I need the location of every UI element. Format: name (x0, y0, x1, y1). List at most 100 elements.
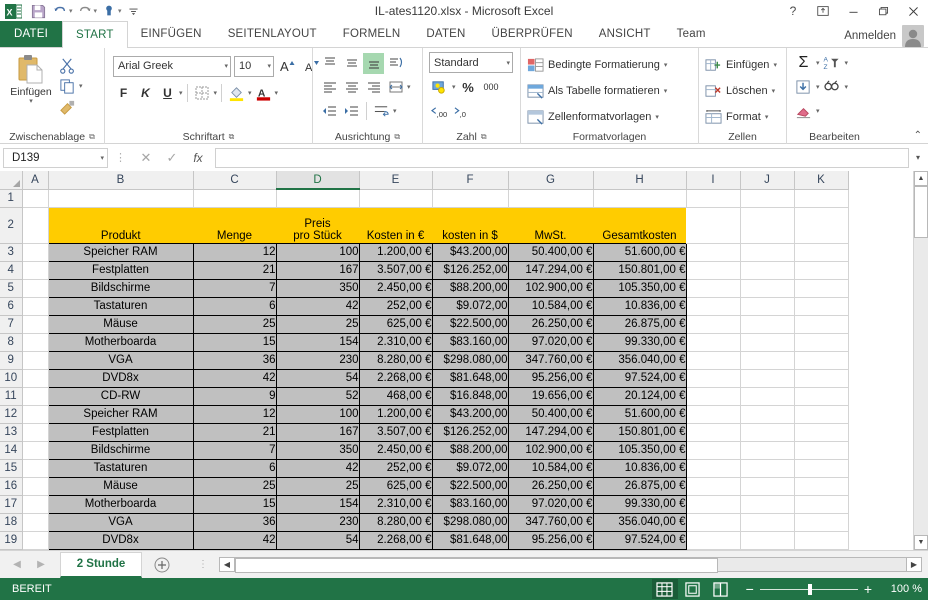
tab-ansicht[interactable]: ANSICHT (586, 21, 664, 47)
cell-J18[interactable] (740, 513, 795, 532)
cell-G3[interactable]: 50.400,00 € (507, 242, 594, 262)
cell-H16[interactable]: 26.875,00 € (592, 476, 687, 496)
align-right-button[interactable] (363, 77, 384, 98)
cell-F17[interactable]: $83.160,00 (431, 494, 509, 514)
underline-dropdown-icon[interactable]: ▾ (179, 89, 183, 97)
cell-J12[interactable] (740, 405, 795, 424)
cell-B8[interactable]: Motherboarda (47, 332, 194, 352)
cell-H8[interactable]: 99.330,00 € (592, 332, 687, 352)
cell-E10[interactable]: 2.268,00 € (358, 368, 433, 388)
tab-formeln[interactable]: FORMELN (330, 21, 414, 47)
cell-K20[interactable] (794, 549, 849, 550)
touch-mode-icon[interactable] (99, 1, 119, 21)
sheet-tab-2-stunde[interactable]: 2 Stunde (60, 551, 142, 578)
table-row[interactable]: 2 Produkt Menge Preis pro Stück Kosten in € ko… (0, 207, 849, 244)
cell-E17[interactable]: 2.310,00 € (358, 494, 433, 514)
table-header-e[interactable]: Kosten in € (359, 207, 432, 243)
cell-H4[interactable]: 150.801,00 € (592, 260, 687, 280)
cell-C20[interactable] (193, 549, 277, 550)
font-color-button[interactable]: A (253, 83, 274, 104)
row-header-7[interactable]: 7 (0, 315, 23, 334)
cell-D10[interactable]: 54 (275, 368, 360, 388)
cell-F16[interactable]: $22.500,00 (431, 476, 509, 496)
insert-cells-dropdown-icon[interactable]: ▾ (773, 61, 777, 69)
cell-K14[interactable] (794, 441, 849, 460)
merge-dropdown-icon[interactable]: ▾ (407, 83, 411, 91)
cell-F3[interactable]: $43.200,00 (431, 242, 509, 262)
cell-H19[interactable]: 97.524,00 € (592, 530, 687, 550)
cell-B12[interactable]: Speicher RAM (47, 404, 194, 424)
cell-A10[interactable] (22, 369, 49, 388)
zoom-out-button[interactable]: − (746, 581, 754, 597)
cell-A14[interactable] (22, 441, 49, 460)
table-row[interactable]: 11 CD-RW 9 52 468,00 € $16.848,00 19.656,00 €2… (0, 386, 849, 406)
table-row[interactable]: 13 Festplatten 21 167 3.507,00 € $126.252,00 1… (0, 422, 849, 442)
cell-A19[interactable] (22, 531, 49, 550)
vertical-scroll-track[interactable] (914, 238, 928, 535)
cell-K5[interactable] (794, 279, 849, 298)
cell-G6[interactable]: 10.584,00 € (507, 296, 594, 316)
table-row[interactable]: 4 Festplatten 21 167 3.507,00 € $126.252,00 14… (0, 260, 849, 280)
row-header-9[interactable]: 9 (0, 351, 23, 370)
table-row[interactable]: 17 Motherboarda 15 154 2.310,00 € $83.160,00 9… (0, 494, 849, 514)
cell-B5[interactable]: Bildschirme (47, 278, 194, 298)
cell-H13[interactable]: 150.801,00 € (592, 422, 687, 442)
cell-K6[interactable] (794, 297, 849, 316)
cell-H20[interactable] (593, 549, 687, 550)
cell-G4[interactable]: 147.294,00 € (507, 260, 594, 280)
cell-B7[interactable]: Mäuse (47, 314, 194, 334)
cell-E3[interactable]: 1.200,00 € (358, 242, 433, 262)
cell-I11[interactable] (686, 387, 741, 406)
cell-I13[interactable] (686, 423, 741, 442)
conditional-formatting-button[interactable]: Bedingte Formatierung ▾ (527, 52, 667, 78)
insert-cells-button[interactable]: Einfügen ▾ (705, 52, 777, 78)
borders-dropdown-icon[interactable]: ▾ (214, 89, 218, 97)
cell-D14[interactable]: 350 (275, 440, 360, 460)
cell-C19[interactable]: 42 (192, 530, 277, 550)
cell-K11[interactable] (794, 387, 849, 406)
vertical-scroll-thumb[interactable] (914, 186, 928, 238)
cell-G17[interactable]: 97.020,00 € (507, 494, 594, 514)
cell-E7[interactable]: 625,00 € (358, 314, 433, 334)
format-cells-button[interactable]: Format ▾ (705, 104, 768, 130)
cell-J11[interactable] (740, 387, 795, 406)
cell-F15[interactable]: $9.072,00 (431, 458, 509, 478)
cell-J14[interactable] (740, 441, 795, 460)
cell-J19[interactable] (740, 531, 795, 550)
borders-button[interactable] (192, 83, 213, 104)
cell-E1[interactable] (359, 189, 433, 208)
cell-K12[interactable] (794, 405, 849, 424)
align-middle-button[interactable] (341, 53, 362, 74)
customize-qat-icon[interactable] (124, 1, 144, 21)
cell-I7[interactable] (686, 315, 741, 334)
page-break-view-icon[interactable] (708, 579, 734, 599)
cell-H11[interactable]: 20.124,00 € (592, 386, 687, 406)
row-header-3[interactable]: 3 (0, 243, 23, 262)
cell-K7[interactable] (794, 315, 849, 334)
cell-F9[interactable]: $298.080,00 (431, 350, 509, 370)
cell-D6[interactable]: 42 (275, 296, 360, 316)
tab-team[interactable]: Team (664, 21, 719, 47)
cell-C6[interactable]: 6 (192, 296, 277, 316)
cell-A20[interactable] (22, 549, 49, 550)
cell-C8[interactable]: 15 (192, 332, 277, 352)
cell-A13[interactable] (22, 423, 49, 442)
conditional-formatting-dropdown-icon[interactable]: ▾ (664, 61, 668, 69)
restore-button[interactable] (868, 0, 898, 22)
cell-H10[interactable]: 97.524,00 € (592, 368, 687, 388)
cell-K3[interactable] (794, 243, 849, 262)
alignment-dialog-launcher-icon[interactable]: ⧉ (394, 132, 400, 142)
cell-E11[interactable]: 468,00 € (358, 386, 433, 406)
zoom-slider-track[interactable] (759, 583, 858, 595)
tab-start[interactable]: START (62, 21, 128, 48)
currency-format-button[interactable] (429, 77, 450, 98)
cell-A11[interactable] (22, 387, 49, 406)
table-row[interactable]: 6 Tastaturen 6 42 252,00 € $9.072,00 10.584,00… (0, 296, 849, 316)
cell-I3[interactable] (686, 243, 741, 262)
cell-A5[interactable] (22, 279, 49, 298)
cell-K19[interactable] (794, 531, 849, 550)
table-header-b[interactable]: Produkt (48, 207, 193, 243)
cell-K18[interactable] (794, 513, 849, 532)
cell-K8[interactable] (794, 333, 849, 352)
autosum-button[interactable]: Σ (793, 53, 814, 74)
